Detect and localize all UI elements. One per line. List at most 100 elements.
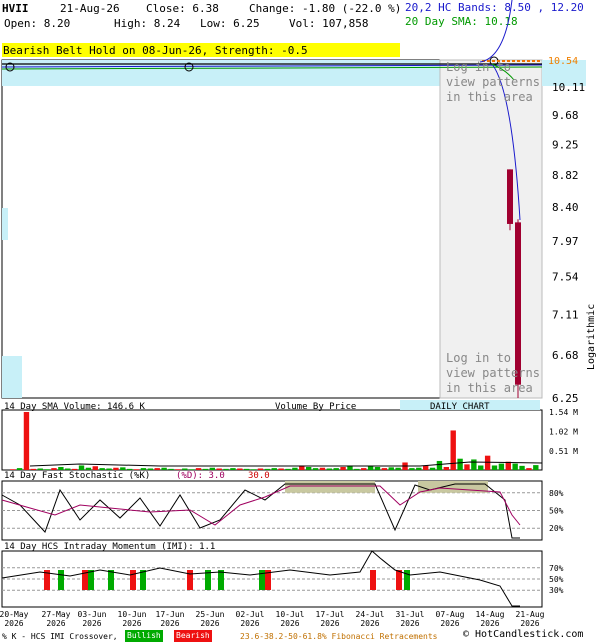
volume-bar <box>498 463 505 470</box>
volume-bar <box>326 468 333 470</box>
stoch-axis-tick: 20% <box>549 524 564 533</box>
price-axis-top: 10.54 <box>548 56 578 67</box>
volume-bar <box>478 465 484 470</box>
price-axis-tick: 6.25 <box>552 392 579 405</box>
volume-bar <box>409 468 415 470</box>
stoch-axis-tick: 50% <box>549 507 564 516</box>
upper-band-curve <box>479 0 513 63</box>
candle-body <box>507 169 513 224</box>
volume-bar <box>512 463 518 470</box>
price-axis-tick: 7.11 <box>552 309 579 322</box>
x-date-label: 10-Jul <box>276 610 305 619</box>
x-date-label: 02-Jul <box>236 610 265 619</box>
footer-bearish: Bearish <box>174 630 212 642</box>
vbp-label: Volume By Price <box>275 402 357 412</box>
imi-crossover-signal <box>58 570 64 590</box>
x-date-label: 21-Aug <box>516 610 545 619</box>
band-fill-left-mid <box>2 208 8 240</box>
x-date-label: 03-Jun <box>78 610 107 619</box>
volume-bar <box>319 467 326 470</box>
volume-bar <box>340 466 346 470</box>
price-axis-tick: 8.82 <box>552 169 579 182</box>
price-axis-tick: 7.54 <box>552 271 579 284</box>
login-overlay-bottom[interactable]: Log in to view patterns in this area <box>446 351 542 396</box>
x-year-label: 2026 <box>360 619 379 628</box>
stoch-axis-tick: 80% <box>549 489 564 498</box>
volume-bar <box>519 465 525 470</box>
volume-bar <box>374 466 381 470</box>
stoch-d-value: 30.0 <box>248 471 270 481</box>
volume-bar <box>361 468 367 470</box>
x-year-label: 2026 <box>480 619 499 628</box>
x-date-label: 10-Jun <box>118 610 147 619</box>
price-axis-tick: 9.68 <box>552 109 579 122</box>
x-date-label: 17-Jul <box>316 610 345 619</box>
login-overlay-top[interactable]: Log in to view patterns in this area <box>446 60 542 105</box>
imi-crossover-signal <box>187 570 193 590</box>
volume-bar <box>161 467 167 470</box>
volume-bar <box>526 468 532 470</box>
log-scale-label: Logarithmic <box>586 303 597 370</box>
volume-bar <box>278 468 284 470</box>
x-date-label: 17-Jun <box>156 610 185 619</box>
volume-bar <box>388 467 394 470</box>
overbought-fill <box>285 481 375 493</box>
volume-axis-tick: 1.02 M <box>549 428 578 437</box>
x-year-label: 2026 <box>280 619 299 628</box>
volume-bar <box>491 465 498 470</box>
footer-legend: % K - HCS IMI Crossover, <box>2 632 118 641</box>
volume-bar <box>395 467 401 470</box>
x-year-label: 2026 <box>200 619 219 628</box>
imi-title: 14 Day HCS Intraday Momentum (IMI): 1.1 <box>4 542 216 552</box>
volume-bar <box>436 460 443 470</box>
imi-crossover-signal <box>108 570 114 590</box>
imi-axis-tick: 70% <box>549 564 564 573</box>
volume-bar <box>484 455 491 470</box>
volume-bar <box>237 468 243 470</box>
volume-bar <box>23 412 30 470</box>
imi-axis-tick: 50% <box>549 575 564 584</box>
x-year-label: 2026 <box>400 619 419 628</box>
imi-crossover-signal <box>130 570 136 590</box>
volume-bar <box>354 468 360 470</box>
volume-bar <box>450 430 456 470</box>
stoch-title: 14 Day Fast Stochastic (%K) <box>4 471 151 481</box>
volume-bar <box>230 468 236 470</box>
volume-bar <box>443 466 450 470</box>
login-shade <box>439 59 543 399</box>
volume-bar <box>381 468 388 470</box>
volume-bar <box>533 465 539 470</box>
price-axis-tick: 8.40 <box>552 201 579 214</box>
x-year-label: 2026 <box>4 619 23 628</box>
price-axis-tick: 6.68 <box>552 349 579 362</box>
x-year-label: 2026 <box>320 619 339 628</box>
volume-bar <box>429 467 436 470</box>
volume-title: 14 Day SMA Volume: 146.6 K <box>4 402 145 412</box>
x-date-label: 25-Jun <box>196 610 225 619</box>
volume-bar <box>457 458 463 470</box>
x-year-label: 2026 <box>440 619 459 628</box>
price-axis-tick: 9.25 <box>552 138 579 151</box>
price-axis-tick: 7.97 <box>552 235 579 248</box>
volume-bar <box>271 468 277 470</box>
x-year-label: 2026 <box>82 619 101 628</box>
volume-bar <box>292 467 298 470</box>
x-date-label: 24-Jul <box>356 610 385 619</box>
imi-crossover-signal <box>88 570 94 590</box>
overbought-fill <box>418 481 488 493</box>
x-year-label: 2026 <box>160 619 179 628</box>
x-date-label: 31-Jul <box>396 610 425 619</box>
volume-bar <box>471 459 477 470</box>
x-date-label: 27-May <box>42 610 71 619</box>
footer-fib: 23.6-38.2-50-61.8% Fibonacci Retracement… <box>240 632 438 641</box>
x-year-label: 2026 <box>122 619 141 628</box>
volume-axis-tick: 1.54 M <box>549 408 578 417</box>
volume-bar <box>333 468 339 470</box>
imi-crossover-signal <box>396 570 402 590</box>
volume-bar <box>367 466 374 470</box>
volume-axis-tick: 0.51 M <box>549 447 578 456</box>
footer-brand[interactable]: © HotCandlestick.com <box>463 629 583 641</box>
x-date-label: 14-Aug <box>476 610 505 619</box>
volume-bar <box>464 464 470 470</box>
imi-crossover-signal <box>140 570 146 590</box>
